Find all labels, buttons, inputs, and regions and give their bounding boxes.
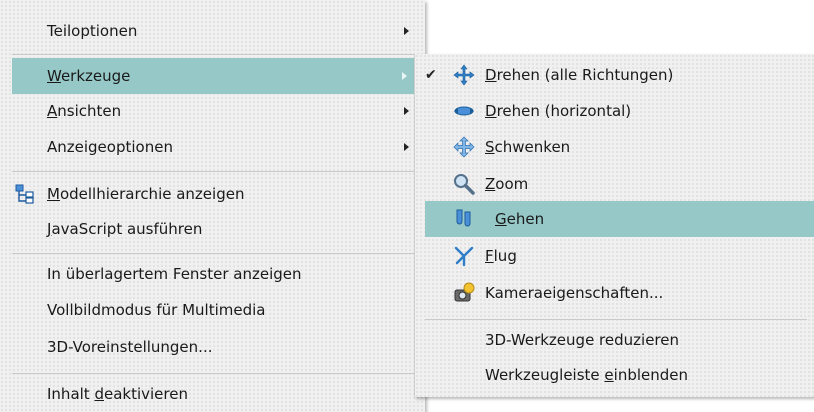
- menu-item-werkzeuge[interactable]: Werkzeuge: [12, 58, 423, 94]
- menu-item-3d-voreinstellungen[interactable]: 3D-Voreinstellungen...: [0, 329, 425, 365]
- submenu-arrow-icon: [402, 72, 407, 80]
- menu-item-javascript[interactable]: JavaScript ausführen: [0, 211, 425, 247]
- menu-separator: [12, 171, 423, 172]
- menu-item-werkzeugleiste-einblenden[interactable]: Werkzeugleiste einblenden: [415, 357, 814, 393]
- menu-item-drehen-horizontal[interactable]: Drehen (horizontal): [415, 93, 814, 129]
- context-menu: Teiloptionen Werkzeuge Ansichten Anzeige…: [0, 0, 425, 412]
- camera-properties-icon: [453, 282, 475, 304]
- menu-item-zoom[interactable]: Zoom: [415, 166, 814, 202]
- menu-item-label: Ansichten: [47, 102, 122, 120]
- menu-item-label: Vollbildmodus für Multimedia: [47, 301, 266, 319]
- menu-item-label: Kameraeigenschaften...: [485, 284, 664, 302]
- menu-item-label: Werkzeugleiste einblenden: [485, 366, 689, 384]
- werkzeuge-submenu: ✔ Drehen (alle Richtungen) Drehen (horiz…: [414, 54, 814, 397]
- menu-item-label: Teiloptionen: [47, 22, 138, 40]
- zoom-icon: [453, 173, 475, 195]
- menu-item-gehen[interactable]: Gehen: [425, 201, 814, 237]
- menu-separator: [12, 373, 423, 374]
- menu-separator: [12, 253, 423, 254]
- submenu-arrow-icon: [404, 143, 409, 151]
- menu-item-label: Zoom: [485, 175, 529, 193]
- menu-item-drehen-alle[interactable]: ✔ Drehen (alle Richtungen): [415, 57, 814, 93]
- menu-item-label: Modellhierarchie anzeigen: [47, 185, 245, 203]
- menu-separator: [425, 319, 807, 320]
- menu-item-3d-werkzeuge-reduzieren[interactable]: 3D-Werkzeuge reduzieren: [415, 322, 814, 358]
- submenu-arrow-icon: [404, 107, 409, 115]
- menu-item-label: Werkzeuge: [47, 67, 131, 85]
- menu-item-vollbildmodus[interactable]: Vollbildmodus für Multimedia: [0, 292, 425, 328]
- menu-item-flug[interactable]: Flug: [415, 238, 814, 274]
- menu-item-schwenken[interactable]: Schwenken: [415, 129, 814, 165]
- pan-icon: [453, 136, 475, 158]
- checkmark-icon: ✔: [425, 67, 437, 83]
- menu-item-label: 3D-Werkzeuge reduzieren: [485, 331, 679, 349]
- menu-item-label: Schwenken: [485, 138, 571, 156]
- rotate-horizontal-icon: [453, 100, 475, 122]
- menu-item-anzeigeoptionen[interactable]: Anzeigeoptionen: [0, 129, 425, 165]
- menu-item-label: Flug: [485, 247, 517, 265]
- menu-item-kameraeigenschaften[interactable]: Kameraeigenschaften...: [415, 275, 814, 311]
- menu-item-label: JavaScript ausführen: [47, 220, 203, 238]
- model-tree-icon: [14, 183, 36, 205]
- walk-icon: [453, 208, 475, 230]
- submenu-arrow-icon: [404, 27, 409, 35]
- menu-separator: [12, 54, 423, 55]
- menu-item-inhalt-deaktivieren[interactable]: Inhalt deaktivieren: [0, 376, 425, 412]
- menu-item-label: Drehen (alle Richtungen): [485, 66, 674, 84]
- rotate-all-icon: [453, 64, 475, 86]
- menu-item-label: Drehen (horizontal): [485, 102, 632, 120]
- menu-item-label: Inhalt deaktivieren: [47, 385, 188, 403]
- fly-icon: [453, 245, 475, 267]
- menu-item-label: Anzeigeoptionen: [47, 138, 173, 156]
- menu-item-teiloptionen[interactable]: Teiloptionen: [0, 13, 425, 49]
- menu-item-ansichten[interactable]: Ansichten: [0, 93, 425, 129]
- menu-item-label: Gehen: [495, 210, 545, 228]
- menu-item-label: 3D-Voreinstellungen...: [47, 338, 213, 356]
- menu-item-label: In überlagertem Fenster anzeigen: [47, 265, 302, 283]
- menu-item-modellhierarchie[interactable]: Modellhierarchie anzeigen: [0, 176, 425, 212]
- menu-item-ueberlagertes-fenster[interactable]: In überlagertem Fenster anzeigen: [0, 256, 425, 292]
